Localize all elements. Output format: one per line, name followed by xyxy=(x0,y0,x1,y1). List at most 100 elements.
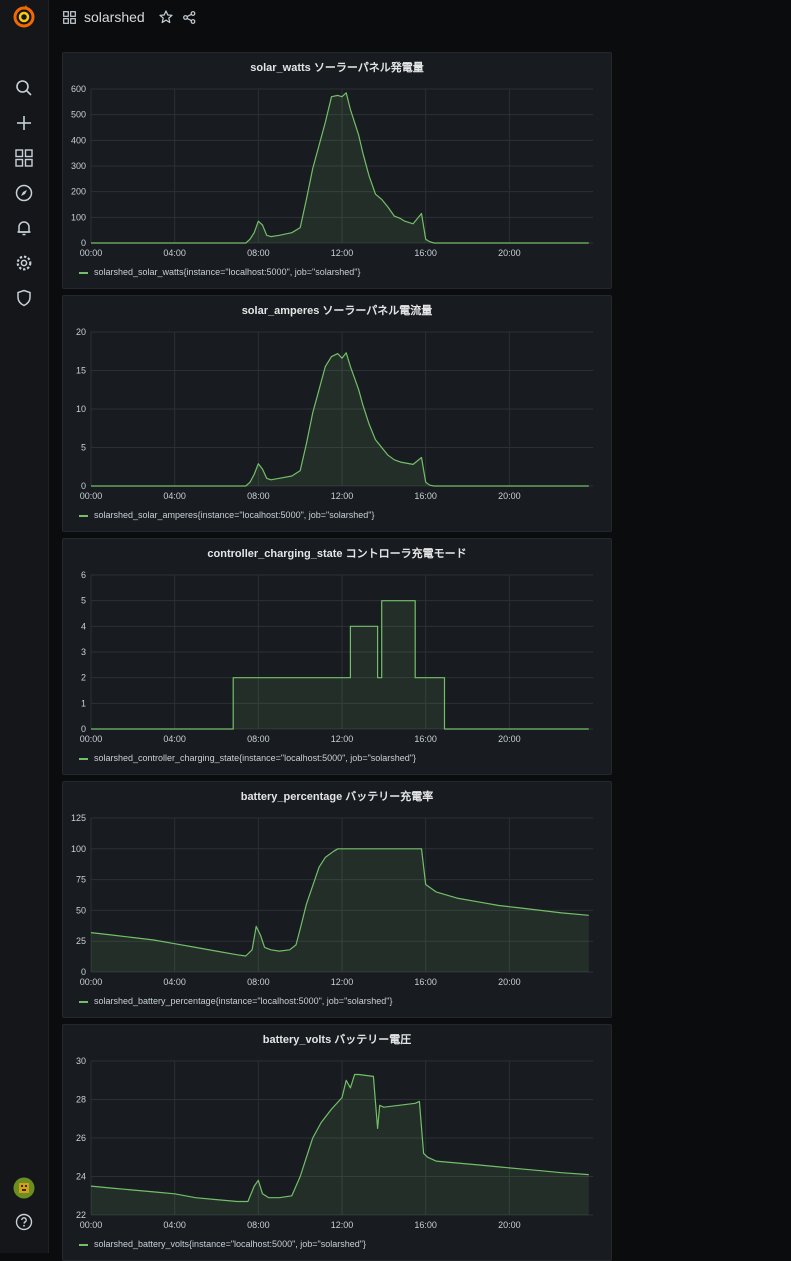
x-tick-label: 16:00 xyxy=(414,977,437,987)
x-tick-label: 04:00 xyxy=(163,248,186,258)
y-tick-label: 100 xyxy=(71,844,86,854)
x-tick-label: 08:00 xyxy=(247,1220,270,1230)
x-tick-label: 04:00 xyxy=(163,491,186,501)
legend-label: solarshed_solar_amperes{instance="localh… xyxy=(94,510,375,520)
y-tick-label: 50 xyxy=(76,905,86,915)
x-tick-label: 12:00 xyxy=(331,1220,354,1230)
help-icon[interactable] xyxy=(12,1210,36,1234)
y-tick-label: 200 xyxy=(71,187,86,197)
y-tick-label: 30 xyxy=(76,1056,86,1066)
bell-icon[interactable] xyxy=(12,216,36,240)
legend-item[interactable]: solarshed_solar_watts{instance="localhos… xyxy=(79,267,360,277)
dashboards-icon[interactable] xyxy=(12,146,36,170)
panel-solar-amperes[interactable]: solar_amperes ソーラーパネル電流量 0 5 10 15 20 00:00 04… xyxy=(62,295,612,532)
y-tick-label: 22 xyxy=(76,1210,86,1220)
x-tick-label: 16:00 xyxy=(414,1220,437,1230)
chart: 22 24 26 28 30 00:00 04:00 08:00 12:00 16:00 20:00 xyxy=(76,1056,593,1230)
chart: 0 5 10 15 20 00:00 04:00 08:00 12:00 16:00 20:00 xyxy=(76,327,593,501)
panel-battery-volts[interactable]: battery_volts バッテリー電圧 22 24 26 28 30 00:00 04:… xyxy=(62,1024,612,1261)
y-tick-label: 5 xyxy=(81,443,86,453)
legend-label: solarshed_solar_watts{instance="localhos… xyxy=(94,267,361,277)
y-tick-label: 0 xyxy=(81,967,86,977)
sidebar xyxy=(0,0,49,1253)
series-area xyxy=(91,92,589,243)
chart: 0 1 2 3 4 5 6 00:00 04:00 08:00 12:00 16:00 20:00 xyxy=(80,570,593,744)
y-tick-label: 28 xyxy=(76,1095,86,1105)
shield-icon[interactable] xyxy=(12,286,36,310)
x-tick-label: 08:00 xyxy=(247,491,270,501)
legend-label: solarshed_battery_volts{instance="localh… xyxy=(94,1239,366,1249)
x-tick-label: 12:00 xyxy=(331,734,354,744)
x-tick-label: 00:00 xyxy=(80,248,103,258)
y-tick-label: 10 xyxy=(76,404,86,414)
grafana-logo-icon[interactable] xyxy=(12,5,36,29)
y-tick-label: 0 xyxy=(81,481,86,491)
series-area xyxy=(91,600,589,729)
y-tick-label: 3 xyxy=(81,647,86,657)
y-tick-label: 600 xyxy=(71,84,86,94)
x-tick-label: 12:00 xyxy=(331,248,354,258)
dashboard-grid-icon xyxy=(63,10,76,24)
chart: 0 100 200 300 400 500 600 00:00 04:00 08:00 12:00 1… xyxy=(71,84,593,258)
legend-label: solarshed_battery_percentage{instance="l… xyxy=(94,996,393,1006)
x-tick-label: 08:00 xyxy=(247,248,270,258)
panel-charging-state[interactable]: controller_charging_state コントローラ充電モード 01… xyxy=(62,538,612,775)
dashboard-title[interactable]: solarshed xyxy=(84,9,145,25)
x-tick-label: 20:00 xyxy=(498,248,521,258)
x-tick-label: 04:00 xyxy=(163,977,186,987)
legend-item[interactable]: solarshed_solar_amperes{instance="localh… xyxy=(79,510,374,520)
y-tick-label: 0 xyxy=(81,724,86,734)
x-tick-label: 16:00 xyxy=(414,491,437,501)
series-area xyxy=(91,352,589,486)
y-tick-label: 400 xyxy=(71,135,86,145)
y-tick-label: 100 xyxy=(71,212,86,222)
avatar[interactable] xyxy=(12,1176,36,1200)
x-tick-label: 16:00 xyxy=(414,248,437,258)
x-tick-label: 00:00 xyxy=(80,1220,103,1230)
x-tick-label: 12:00 xyxy=(331,977,354,987)
y-tick-label: 0 xyxy=(81,238,86,248)
star-icon[interactable] xyxy=(159,10,173,24)
series-area xyxy=(91,1074,589,1215)
share-icon[interactable] xyxy=(182,10,196,24)
legend-label: solarshed_controller_charging_state{inst… xyxy=(94,753,416,763)
explore-icon[interactable] xyxy=(12,181,36,205)
x-tick-label: 04:00 xyxy=(163,734,186,744)
y-tick-label: 2 xyxy=(81,673,86,683)
x-tick-label: 20:00 xyxy=(498,977,521,987)
x-tick-label: 20:00 xyxy=(498,491,521,501)
x-tick-label: 20:00 xyxy=(498,734,521,744)
x-tick-label: 16:00 xyxy=(414,734,437,744)
plus-icon[interactable] xyxy=(12,111,36,135)
legend-item[interactable]: solarshed_battery_volts{instance="localh… xyxy=(79,1239,366,1249)
y-tick-label: 5 xyxy=(81,596,86,606)
y-tick-label: 4 xyxy=(81,621,86,631)
legend-item[interactable]: solarshed_controller_charging_state{inst… xyxy=(79,753,416,763)
x-tick-label: 00:00 xyxy=(80,734,103,744)
y-tick-label: 25 xyxy=(76,936,86,946)
y-tick-label: 15 xyxy=(76,366,86,376)
y-tick-label: 500 xyxy=(71,110,86,120)
panel-battery-percentage[interactable]: battery_percentage バッテリー充電率 0 25 50 75 100 12… xyxy=(62,781,612,1018)
search-icon[interactable] xyxy=(12,76,36,100)
x-tick-label: 00:00 xyxy=(80,491,103,501)
y-tick-label: 24 xyxy=(76,1172,86,1182)
x-tick-label: 00:00 xyxy=(80,977,103,987)
panel-solar-watts[interactable]: solar_watts ソーラーパネル発電量 0 100 200 300 400 500 6… xyxy=(62,52,612,289)
x-tick-label: 20:00 xyxy=(498,1220,521,1230)
y-tick-label: 26 xyxy=(76,1133,86,1143)
legend-item[interactable]: solarshed_battery_percentage{instance="l… xyxy=(79,996,393,1006)
top-bar: solarshed xyxy=(49,0,791,34)
y-tick-label: 300 xyxy=(71,161,86,171)
x-tick-label: 12:00 xyxy=(331,491,354,501)
y-tick-label: 1 xyxy=(81,698,86,708)
x-tick-label: 04:00 xyxy=(163,1220,186,1230)
gear-icon[interactable] xyxy=(12,251,36,275)
chart: 0 25 50 75 100 125 00:00 04:00 08:00 12:00 16:00 20… xyxy=(71,813,593,987)
y-tick-label: 6 xyxy=(81,570,86,580)
y-tick-label: 75 xyxy=(76,875,86,885)
y-tick-label: 125 xyxy=(71,813,86,823)
x-tick-label: 08:00 xyxy=(247,977,270,987)
y-tick-label: 20 xyxy=(76,327,86,337)
x-tick-label: 08:00 xyxy=(247,734,270,744)
